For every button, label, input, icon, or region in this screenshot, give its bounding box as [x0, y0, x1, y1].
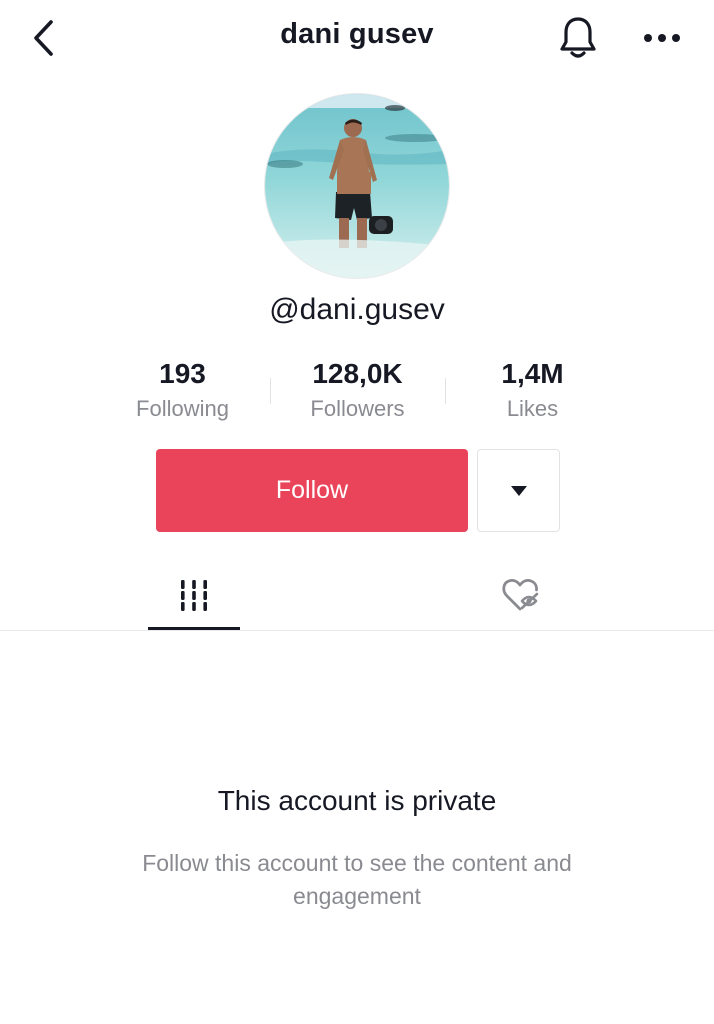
page-title: dani gusev [280, 18, 434, 50]
stat-likes-label: Likes [506, 396, 559, 421]
suggested-accounts-dropdown-button[interactable] [477, 449, 560, 532]
stat-followers-label: Followers [310, 396, 405, 421]
tabs-divider [0, 630, 714, 631]
top-bar: dani gusev [0, 0, 714, 80]
more-horizontal-icon [644, 34, 680, 42]
stat-following-value: 193 [159, 358, 206, 389]
profile-tabs [0, 560, 714, 632]
private-account-title: This account is private [217, 785, 497, 816]
tab-liked[interactable] [476, 560, 568, 630]
grid-bars-icon [181, 580, 207, 611]
notifications-button[interactable] [552, 12, 604, 64]
stat-followers-value: 128,0K [312, 358, 403, 389]
liked-hidden-icon [502, 579, 539, 611]
stat-likes[interactable]: 1,4M Likes [445, 356, 620, 426]
avatar[interactable] [265, 94, 449, 278]
username-handle: @dani.gusev [269, 293, 445, 326]
private-account-subtitle: Follow this account to see the content a… [142, 850, 572, 909]
bell-icon [560, 17, 596, 58]
stat-following[interactable]: 193 Following [95, 356, 270, 426]
follow-button[interactable]: Follow [156, 449, 468, 532]
stat-followers[interactable]: 128,0K Followers [270, 356, 445, 426]
profile-photo [265, 94, 449, 278]
stat-following-label: Following [136, 396, 229, 421]
profile-stats: 193 Following 128,0K Followers 1,4M Like… [95, 356, 620, 426]
stat-likes-value: 1,4M [501, 358, 564, 389]
more-options-button[interactable] [636, 16, 688, 60]
caret-down-icon [510, 485, 527, 496]
tab-videos[interactable] [148, 560, 240, 630]
